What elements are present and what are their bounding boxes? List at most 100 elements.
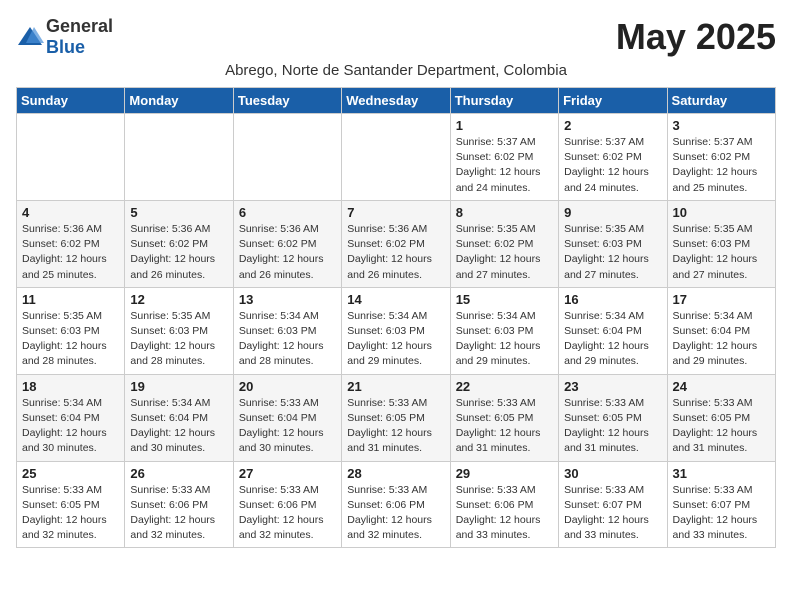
calendar-cell: 6 Sunrise: 5:36 AM Sunset: 6:02 PM Daylig… [233, 200, 341, 287]
day-info: Sunrise: 5:33 AM Sunset: 6:06 PM Dayligh… [347, 483, 444, 544]
calendar-cell: 2 Sunrise: 5:37 AM Sunset: 6:02 PM Daylig… [559, 114, 667, 201]
day-number: 2 [564, 118, 661, 133]
calendar-cell: 29 Sunrise: 5:33 AM Sunset: 6:06 PM Dayli… [450, 461, 558, 548]
day-number: 7 [347, 205, 444, 220]
day-info: Sunrise: 5:36 AM Sunset: 6:02 PM Dayligh… [347, 222, 444, 283]
calendar-cell: 1 Sunrise: 5:37 AM Sunset: 6:02 PM Daylig… [450, 114, 558, 201]
calendar-cell: 11 Sunrise: 5:35 AM Sunset: 6:03 PM Dayli… [17, 287, 125, 374]
day-number: 20 [239, 379, 336, 394]
page-header: General Blue May 2025 [16, 16, 776, 58]
day-info: Sunrise: 5:33 AM Sunset: 6:07 PM Dayligh… [673, 483, 770, 544]
calendar-cell: 23 Sunrise: 5:33 AM Sunset: 6:05 PM Dayli… [559, 374, 667, 461]
day-number: 8 [456, 205, 553, 220]
title-block: May 2025 [616, 16, 776, 58]
day-info: Sunrise: 5:34 AM Sunset: 6:04 PM Dayligh… [564, 309, 661, 370]
day-info: Sunrise: 5:35 AM Sunset: 6:03 PM Dayligh… [564, 222, 661, 283]
day-number: 9 [564, 205, 661, 220]
calendar-table: SundayMondayTuesdayWednesdayThursdayFrid… [16, 87, 776, 548]
day-number: 22 [456, 379, 553, 394]
day-number: 10 [673, 205, 770, 220]
day-info: Sunrise: 5:34 AM Sunset: 6:03 PM Dayligh… [347, 309, 444, 370]
day-info: Sunrise: 5:34 AM Sunset: 6:03 PM Dayligh… [456, 309, 553, 370]
day-number: 12 [130, 292, 227, 307]
weekday-header-friday: Friday [559, 88, 667, 114]
day-info: Sunrise: 5:36 AM Sunset: 6:02 PM Dayligh… [130, 222, 227, 283]
day-number: 21 [347, 379, 444, 394]
month-title: May 2025 [616, 16, 776, 58]
day-info: Sunrise: 5:36 AM Sunset: 6:02 PM Dayligh… [239, 222, 336, 283]
calendar-cell: 30Sunrise: 5:33 AM Sunset: 6:07 PM Dayli… [559, 461, 667, 548]
day-number: 27 [239, 466, 336, 481]
day-info: Sunrise: 5:35 AM Sunset: 6:03 PM Dayligh… [673, 222, 770, 283]
week-row-1: 1 Sunrise: 5:37 AM Sunset: 6:02 PM Daylig… [17, 114, 776, 201]
calendar-cell: 17 Sunrise: 5:34 AM Sunset: 6:04 PM Dayli… [667, 287, 775, 374]
day-info: Sunrise: 5:33 AM Sunset: 6:05 PM Dayligh… [456, 396, 553, 457]
day-info: Sunrise: 5:33 AM Sunset: 6:05 PM Dayligh… [564, 396, 661, 457]
day-info: Sunrise: 5:35 AM Sunset: 6:02 PM Dayligh… [456, 222, 553, 283]
day-info: Sunrise: 5:33 AM Sunset: 6:06 PM Dayligh… [456, 483, 553, 544]
day-number: 1 [456, 118, 553, 133]
calendar-cell: 22 Sunrise: 5:33 AM Sunset: 6:05 PM Dayli… [450, 374, 558, 461]
day-number: 16 [564, 292, 661, 307]
week-row-3: 11 Sunrise: 5:35 AM Sunset: 6:03 PM Dayli… [17, 287, 776, 374]
day-number: 3 [673, 118, 770, 133]
day-number: 11 [22, 292, 119, 307]
calendar-cell: 13Sunrise: 5:34 AM Sunset: 6:03 PM Dayli… [233, 287, 341, 374]
calendar-cell: 26 Sunrise: 5:33 AM Sunset: 6:06 PM Dayli… [125, 461, 233, 548]
day-info: Sunrise: 5:36 AM Sunset: 6:02 PM Dayligh… [22, 222, 119, 283]
day-info: Sunrise: 5:34 AM Sunset: 6:04 PM Dayligh… [673, 309, 770, 370]
weekday-header-row: SundayMondayTuesdayWednesdayThursdayFrid… [17, 88, 776, 114]
calendar-cell [17, 114, 125, 201]
week-row-2: 4 Sunrise: 5:36 AM Sunset: 6:02 PM Daylig… [17, 200, 776, 287]
day-info: Sunrise: 5:37 AM Sunset: 6:02 PM Dayligh… [673, 135, 770, 196]
calendar-cell: 24 Sunrise: 5:33 AM Sunset: 6:05 PM Dayli… [667, 374, 775, 461]
day-number: 14 [347, 292, 444, 307]
day-number: 18 [22, 379, 119, 394]
day-info: Sunrise: 5:37 AM Sunset: 6:02 PM Dayligh… [564, 135, 661, 196]
logo-blue: Blue [46, 37, 85, 57]
day-number: 24 [673, 379, 770, 394]
calendar-cell: 8 Sunrise: 5:35 AM Sunset: 6:02 PM Daylig… [450, 200, 558, 287]
calendar-cell [233, 114, 341, 201]
calendar-cell: 18 Sunrise: 5:34 AM Sunset: 6:04 PM Dayli… [17, 374, 125, 461]
weekday-header-wednesday: Wednesday [342, 88, 450, 114]
day-number: 15 [456, 292, 553, 307]
weekday-header-thursday: Thursday [450, 88, 558, 114]
calendar-cell: 20Sunrise: 5:33 AM Sunset: 6:04 PM Dayli… [233, 374, 341, 461]
day-number: 4 [22, 205, 119, 220]
calendar-cell: 7 Sunrise: 5:36 AM Sunset: 6:02 PM Daylig… [342, 200, 450, 287]
calendar-cell: 14 Sunrise: 5:34 AM Sunset: 6:03 PM Dayli… [342, 287, 450, 374]
week-row-4: 18 Sunrise: 5:34 AM Sunset: 6:04 PM Dayli… [17, 374, 776, 461]
day-number: 23 [564, 379, 661, 394]
day-info: Sunrise: 5:33 AM Sunset: 6:05 PM Dayligh… [22, 483, 119, 544]
calendar-cell: 27Sunrise: 5:33 AM Sunset: 6:06 PM Dayli… [233, 461, 341, 548]
day-info: Sunrise: 5:33 AM Sunset: 6:06 PM Dayligh… [130, 483, 227, 544]
day-number: 6 [239, 205, 336, 220]
calendar-cell: 10 Sunrise: 5:35 AM Sunset: 6:03 PM Dayli… [667, 200, 775, 287]
day-number: 25 [22, 466, 119, 481]
logo: General Blue [16, 16, 113, 58]
day-info: Sunrise: 5:34 AM Sunset: 6:04 PM Dayligh… [130, 396, 227, 457]
day-info: Sunrise: 5:33 AM Sunset: 6:05 PM Dayligh… [673, 396, 770, 457]
day-number: 19 [130, 379, 227, 394]
weekday-header-saturday: Saturday [667, 88, 775, 114]
calendar-cell [342, 114, 450, 201]
calendar-cell: 31Sunrise: 5:33 AM Sunset: 6:07 PM Dayli… [667, 461, 775, 548]
calendar-cell: 15 Sunrise: 5:34 AM Sunset: 6:03 PM Dayli… [450, 287, 558, 374]
day-number: 13 [239, 292, 336, 307]
day-number: 30 [564, 466, 661, 481]
calendar-cell: 28Sunrise: 5:33 AM Sunset: 6:06 PM Dayli… [342, 461, 450, 548]
calendar-cell: 12Sunrise: 5:35 AM Sunset: 6:03 PM Dayli… [125, 287, 233, 374]
subtitle: Abrego, Norte de Santander Department, C… [16, 62, 776, 79]
week-row-5: 25 Sunrise: 5:33 AM Sunset: 6:05 PM Dayli… [17, 461, 776, 548]
day-info: Sunrise: 5:37 AM Sunset: 6:02 PM Dayligh… [456, 135, 553, 196]
calendar-cell: 21Sunrise: 5:33 AM Sunset: 6:05 PM Dayli… [342, 374, 450, 461]
day-info: Sunrise: 5:34 AM Sunset: 6:04 PM Dayligh… [22, 396, 119, 457]
day-number: 29 [456, 466, 553, 481]
weekday-header-monday: Monday [125, 88, 233, 114]
calendar-cell [125, 114, 233, 201]
day-info: Sunrise: 5:35 AM Sunset: 6:03 PM Dayligh… [22, 309, 119, 370]
weekday-header-tuesday: Tuesday [233, 88, 341, 114]
day-number: 17 [673, 292, 770, 307]
day-number: 26 [130, 466, 227, 481]
